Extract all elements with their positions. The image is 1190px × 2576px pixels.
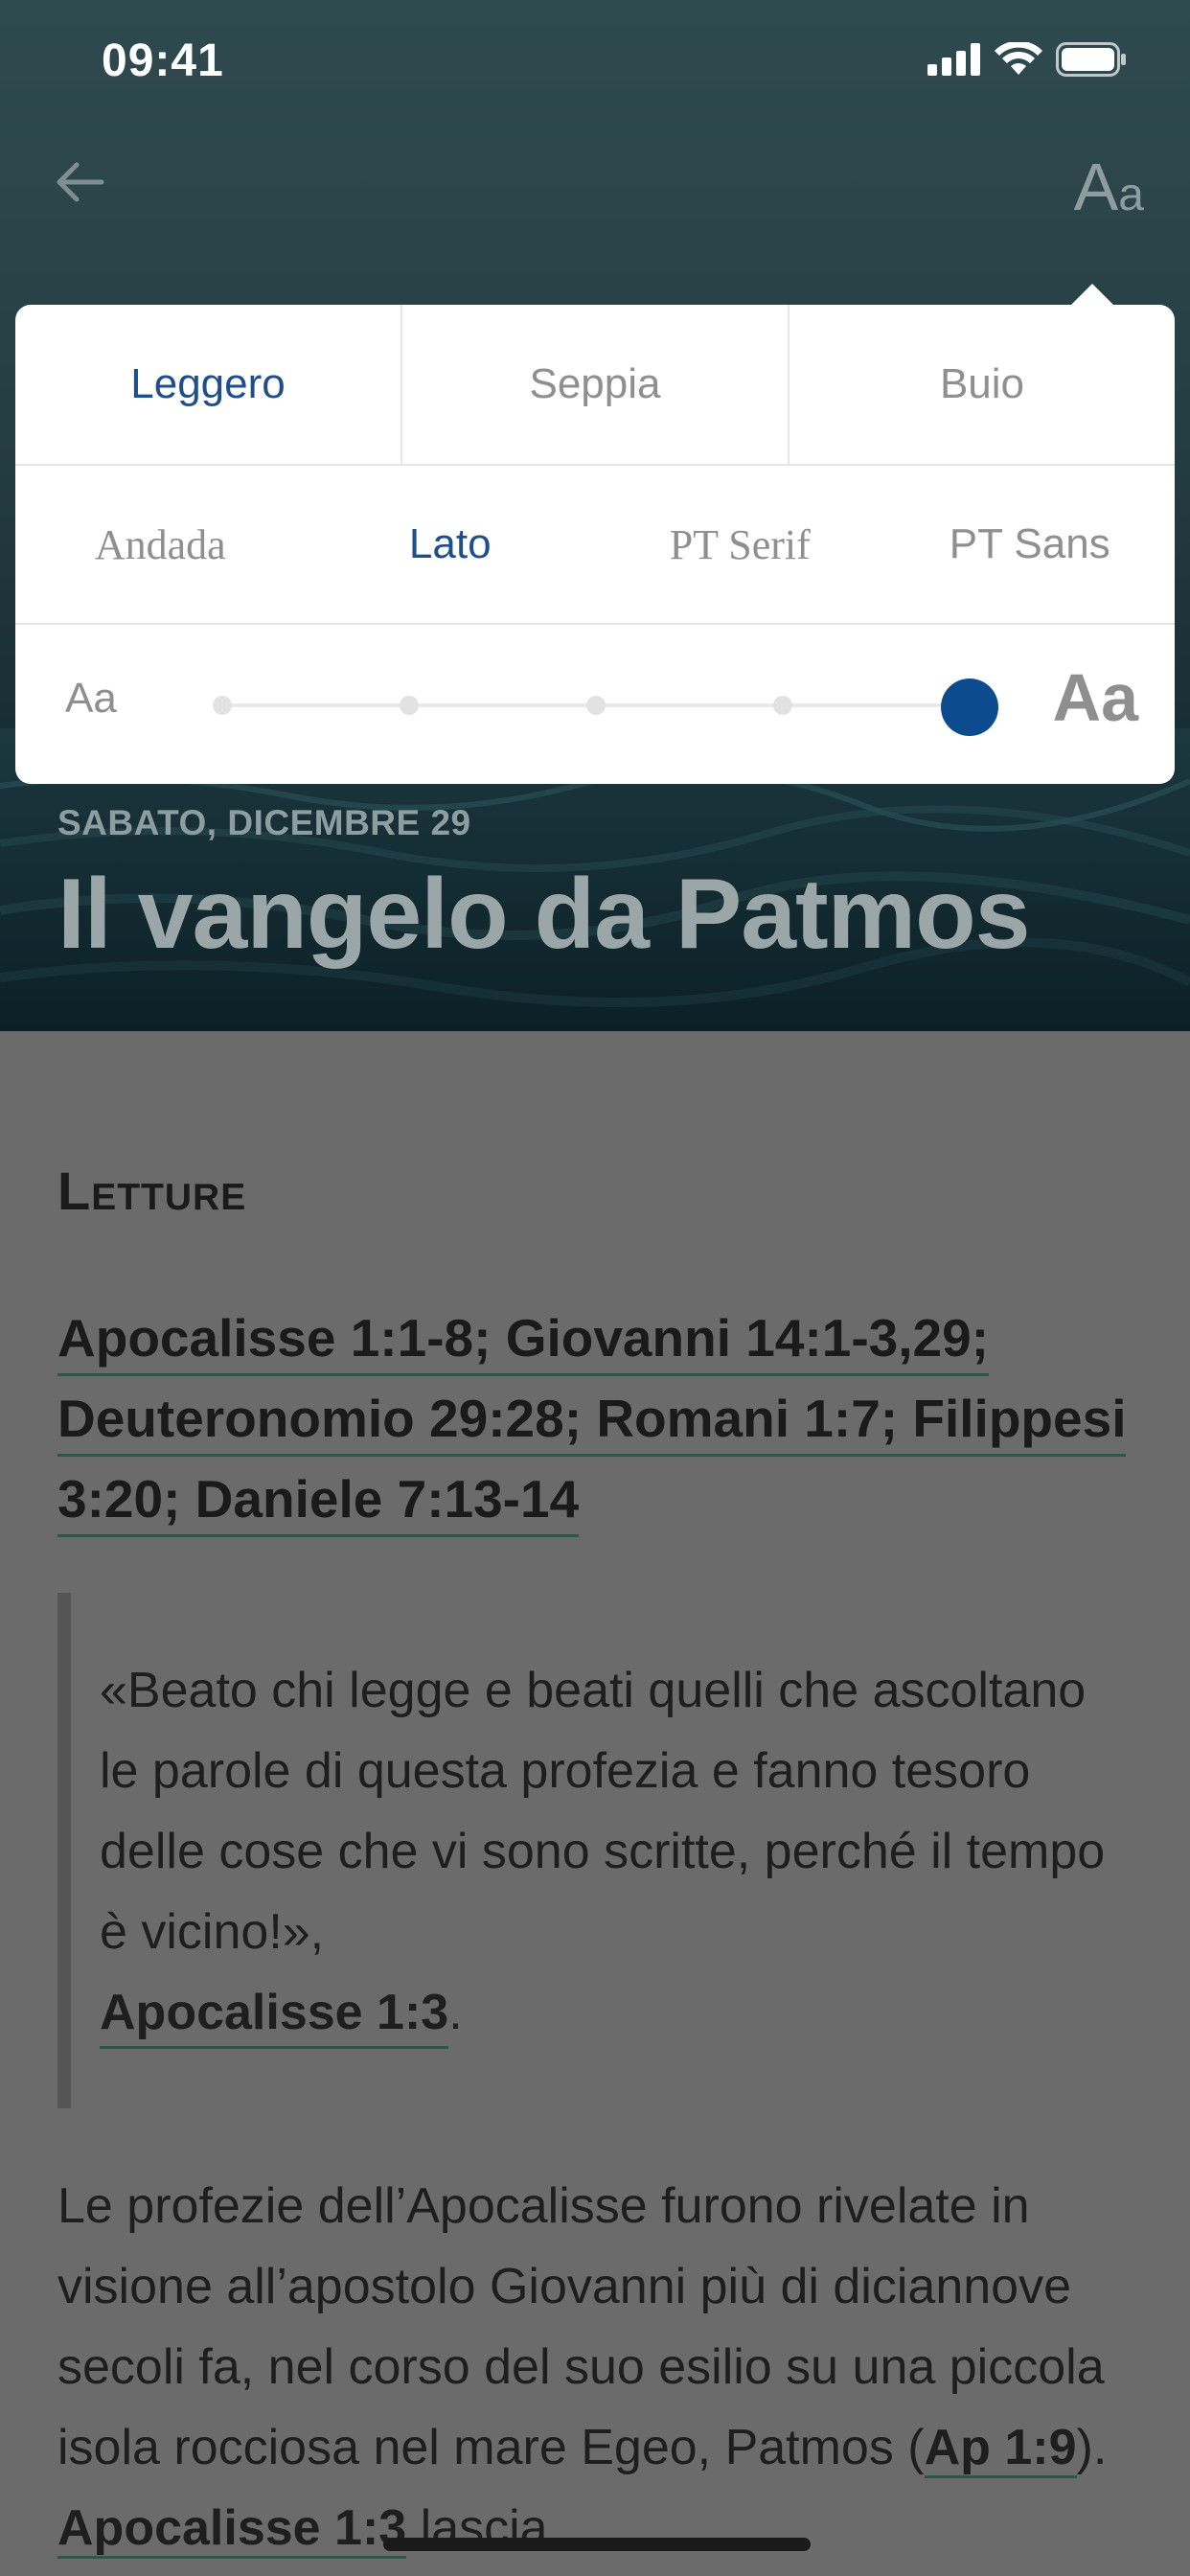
font-size-large-label: Aa: [1052, 660, 1138, 735]
quote-block: «Beato chi legge e beati quelli che asco…: [57, 1593, 1154, 2108]
text-settings-button[interactable]: Aa: [1074, 149, 1144, 225]
home-indicator: [383, 2538, 811, 2551]
popover-arrow: [1069, 284, 1115, 307]
theme-option-light[interactable]: Leggero: [15, 305, 402, 464]
font-size-control: Aa Aa: [15, 625, 1175, 784]
status-time: 09:41: [102, 35, 224, 86]
slider-step-dot[interactable]: [400, 696, 419, 715]
status-bar: 09:41: [0, 0, 1190, 125]
theme-option-sepia[interactable]: Seppia: [402, 305, 790, 464]
reading-settings-popover: Leggero Seppia Buio Andada Lato PT Serif…: [15, 284, 1175, 784]
wifi-icon: [995, 42, 1042, 75]
readings-link[interactable]: Apocalisse 1:1-8; Giovanni 14:1-3,29; De…: [57, 1308, 1127, 1537]
back-arrow-icon[interactable]: [52, 153, 109, 211]
lesson-title: Il vangelo da Patmos: [57, 859, 1031, 970]
text-settings-icon-small: a: [1118, 170, 1144, 220]
battery-icon: [1056, 42, 1126, 77]
theme-selector: Leggero Seppia Buio: [15, 305, 1175, 466]
cellular-signal-icon: [927, 43, 980, 76]
para-ref-link-1[interactable]: Ap 1:9: [924, 2420, 1077, 2478]
section-title: Letture: [57, 1161, 247, 1221]
theme-option-dark[interactable]: Buio: [790, 305, 1175, 464]
slider-step-dot[interactable]: [773, 696, 792, 715]
font-option-andada[interactable]: Andada: [15, 466, 306, 623]
lesson-date: SABATO, DICEMBRE 29: [57, 803, 471, 842]
font-size-small-label: Aa: [65, 675, 117, 722]
status-icons: [927, 42, 1129, 77]
readings-links[interactable]: Apocalisse 1:1-8; Giovanni 14:1-3,29; De…: [57, 1298, 1150, 1539]
para-ref-link-2[interactable]: Apocalisse 1:3: [57, 2500, 407, 2559]
lesson-content: Letture Apocalisse 1:1-8; Giovanni 14:1-…: [0, 1031, 1190, 2576]
quote-reference-link[interactable]: Apocalisse 1:3: [100, 1985, 449, 2049]
slider-step-dot[interactable]: [213, 696, 232, 715]
font-option-pt-serif[interactable]: PT Serif: [595, 466, 885, 623]
slider-step-dot[interactable]: [586, 696, 606, 715]
font-option-pt-sans[interactable]: PT Sans: [885, 466, 1176, 623]
slider-knob[interactable]: [941, 678, 998, 736]
font-size-slider[interactable]: [213, 678, 998, 736]
body-paragraph: Le profezie dell’Apocalisse furono rivel…: [57, 2166, 1159, 2568]
font-selector: Andada Lato PT Serif PT Sans: [15, 466, 1175, 625]
text-settings-icon-large: A: [1073, 150, 1119, 224]
para-mid: ).: [1076, 2420, 1108, 2475]
quote-text-container: «Beato chi legge e beati quelli che asco…: [100, 1650, 1115, 2053]
quote-end: .: [448, 1985, 463, 2040]
quote-text: «Beato chi legge e beati quelli che asco…: [100, 1663, 1106, 1960]
font-option-lato[interactable]: Lato: [306, 466, 596, 623]
